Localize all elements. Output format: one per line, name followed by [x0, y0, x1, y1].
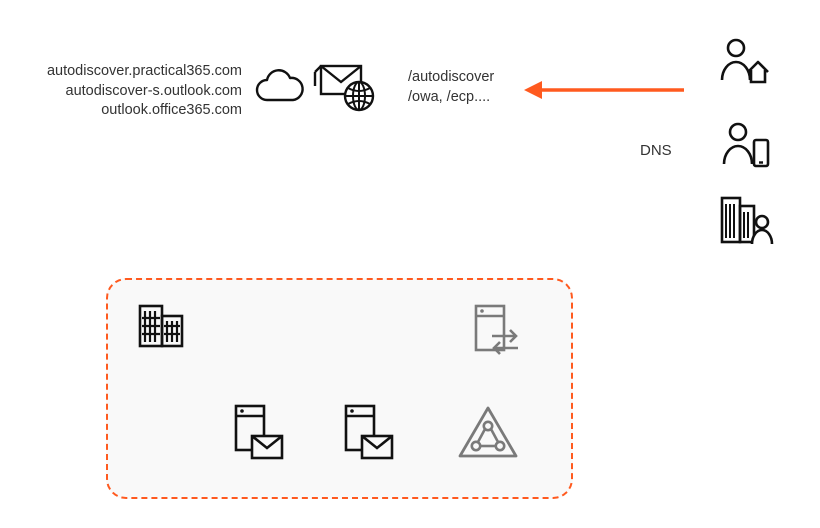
buildings-icon — [136, 298, 188, 350]
person-phone-icon — [722, 120, 772, 170]
load-balancer-icon — [456, 402, 520, 462]
path-line-1: /autodiscover — [408, 68, 494, 88]
mail-globe-icon — [313, 58, 383, 116]
person-home-icon — [718, 36, 772, 86]
dns-label: DNS — [640, 142, 672, 159]
cloud-icon — [253, 68, 307, 108]
hostname-1: autodiscover.practical365.com — [42, 62, 242, 82]
server-proxy-icon — [468, 300, 532, 364]
mail-server-2-icon — [338, 400, 398, 464]
path-line-2: /owa, /ecp.... — [408, 88, 494, 108]
hostname-2: autodiscover-s.outlook.com — [42, 82, 242, 102]
mail-server-1-icon — [228, 400, 288, 464]
hostnames-block: autodiscover.practical365.com autodiscov… — [42, 62, 242, 121]
hostname-3: outlook.office365.com — [42, 101, 242, 121]
building-person-icon — [718, 192, 776, 248]
arrow-left-icon — [520, 75, 688, 105]
virtual-paths-block: /autodiscover /owa, /ecp.... — [408, 68, 494, 107]
